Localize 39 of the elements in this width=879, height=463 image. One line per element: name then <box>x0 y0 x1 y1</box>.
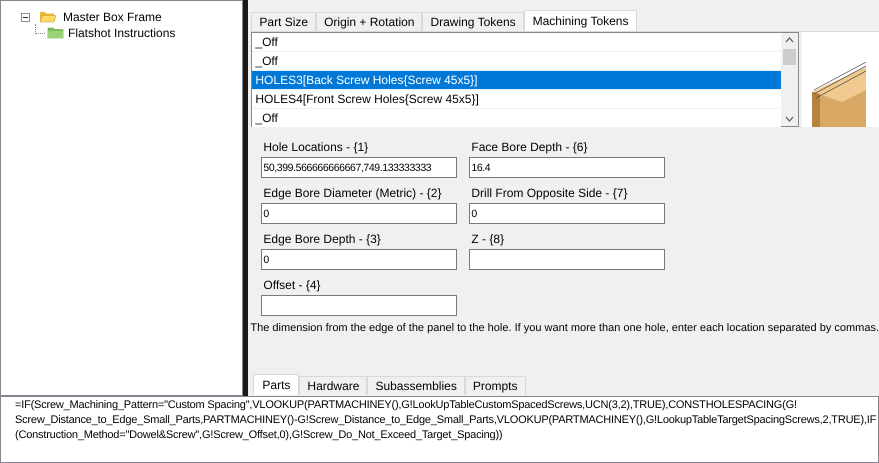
formula-editor[interactable] <box>0 396 879 463</box>
token-list-item[interactable]: _Off <box>252 52 782 71</box>
field-label: Drill From Opposite Side - {7} <box>470 185 628 202</box>
field-label: Face Bore Depth - {6} <box>470 139 588 156</box>
field-label: Z - {8} <box>470 231 506 248</box>
folder-icon <box>39 11 57 23</box>
input-field[interactable] <box>469 249 666 270</box>
tree-item[interactable]: Flatshot Instructions <box>68 24 176 42</box>
formula-line: Screw_Distance_to_Edge_Small_Parts,PARTMACHINEY()-G!Screw_Distance_to_Edge_Small_Parts,VLOOKUP(PARTMACHINEY(),G!LookupTableTargetSpacingScrews,2,TRUE),IF <box>15 413 878 428</box>
input-field[interactable] <box>261 295 458 316</box>
tree-item[interactable]: Master Box Frame <box>63 8 162 26</box>
input-field[interactable]: 0 <box>469 203 666 224</box>
token-list-item[interactable]: _Off <box>252 109 782 128</box>
field-label: Edge Bore Diameter (Metric) - {2} <box>262 185 442 202</box>
token-list-item[interactable]: _Off <box>252 33 782 52</box>
tab[interactable]: Hardware <box>299 376 368 395</box>
formula-line: =IF(Screw_Machining_Pattern="Custom Spacing",VLOOKUP(PARTMACHINEY(),G!LookUpTableCustomSpacedScrews,UCN(3,2),TRUE),CONSTHOLESPACING(G! <box>15 398 798 413</box>
scroll-thumb[interactable] <box>783 49 796 65</box>
tab[interactable]: Machining Tokens <box>524 10 638 31</box>
input-field[interactable]: 0 <box>261 249 458 270</box>
field-label: Offset - {4} <box>262 277 322 294</box>
tab[interactable]: Prompts <box>464 376 526 395</box>
formula-line: (Construction_Method="Dowel&Screw",G!Screw_Offset,0),G!Screw_Do_Not_Exceed_Target_Spacing)) <box>15 428 504 443</box>
collapse-icon[interactable] <box>21 12 30 22</box>
scrollbar[interactable] <box>781 33 798 126</box>
token-list-item[interactable]: HOLES3[Back Screw Holes{Screw 45x5}] <box>252 71 782 90</box>
token-list-item[interactable]: HOLES4[Front Screw Holes{Screw 45x5}] <box>252 90 782 109</box>
tab[interactable]: Subassemblies <box>367 376 465 395</box>
field-label: Hole Locations - {1} <box>262 139 370 156</box>
input-field[interactable]: 0 <box>261 203 458 224</box>
tab[interactable]: Part Size <box>251 12 316 31</box>
input-field[interactable]: 16.4 <box>469 157 666 178</box>
folder-icon <box>47 27 64 39</box>
tab[interactable]: Origin + Rotation <box>316 12 422 31</box>
field-description: The dimension from the edge of the panel to the hole. If you want more than one hole, enter each location separated by commas. <box>250 321 879 335</box>
input-field[interactable]: 50,399.566666666667,749.133333333 <box>261 157 458 178</box>
tab[interactable]: Drawing Tokens <box>422 12 524 31</box>
field-label: Edge Bore Depth - {3} <box>262 231 382 248</box>
tab[interactable]: Parts <box>253 374 300 395</box>
